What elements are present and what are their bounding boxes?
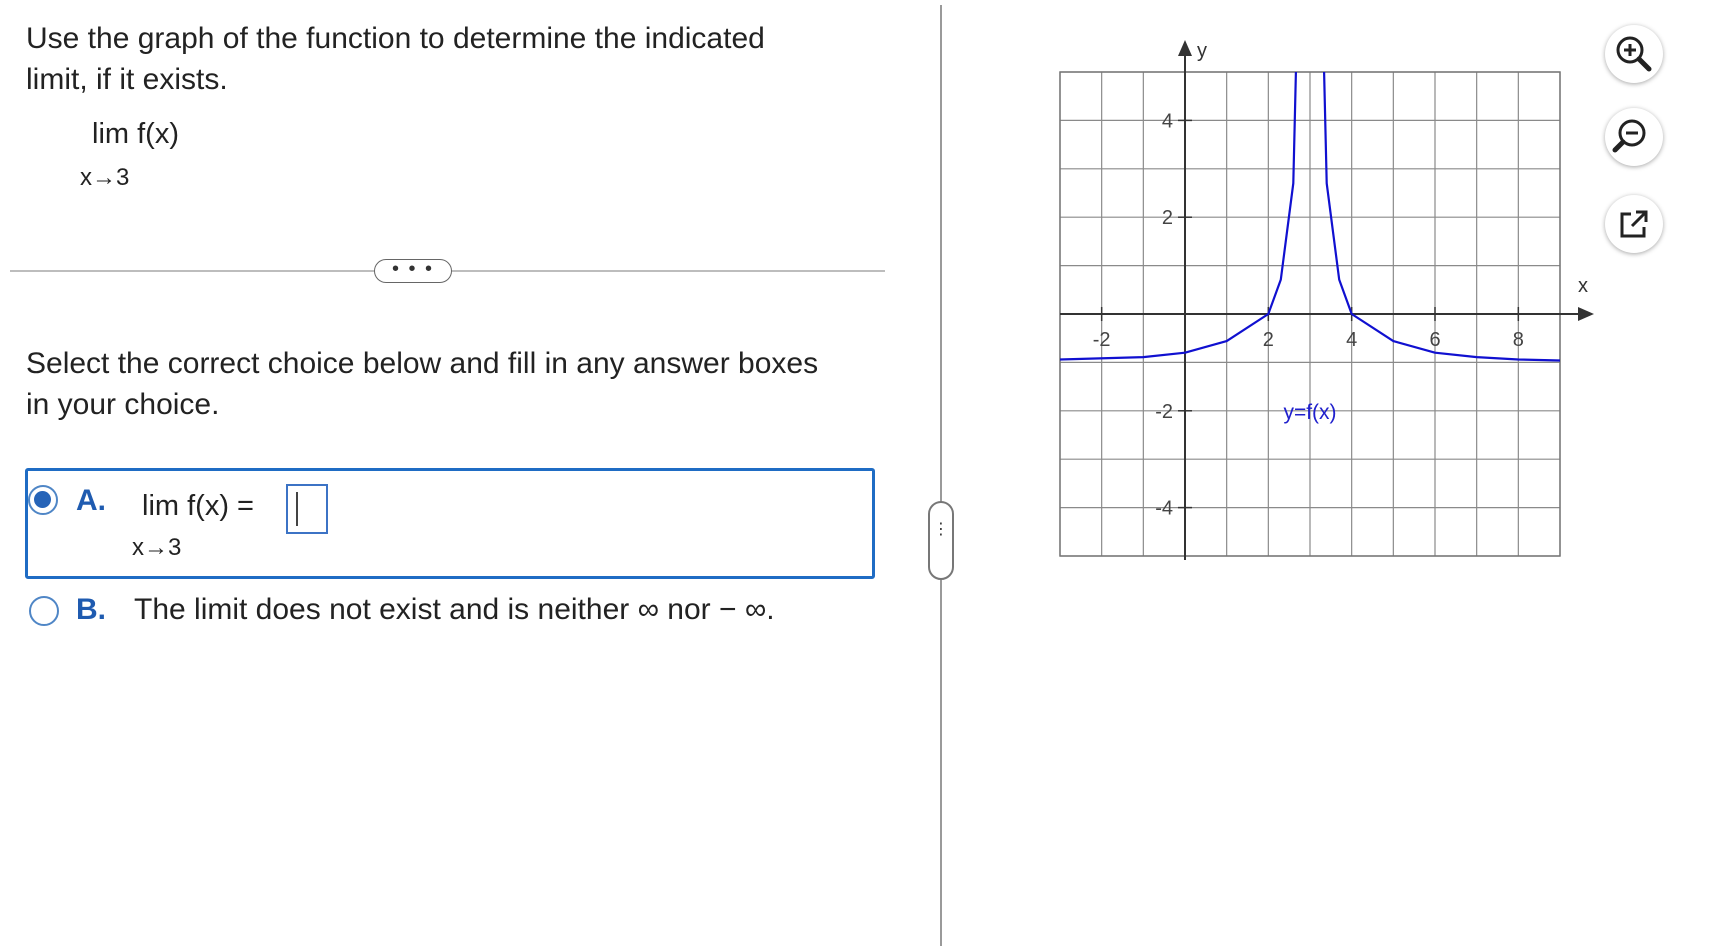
y-tick-label: 2 xyxy=(1162,207,1173,229)
text-caret xyxy=(296,492,298,526)
instructions-text: Select the correct choice below and fill… xyxy=(26,347,819,421)
choice-a-container[interactable] xyxy=(25,468,875,579)
x-tick-label: 4 xyxy=(1346,329,1357,351)
choice-a-radio[interactable] xyxy=(28,485,58,515)
choice-b-text: The limit does not exist and is neither … xyxy=(134,593,775,626)
zoom-in-icon xyxy=(1616,36,1652,72)
choice-b-letter: B. xyxy=(76,593,106,626)
choice-a-letter: A. xyxy=(76,484,106,517)
y-axis-arrow xyxy=(1178,40,1192,56)
choice-a-limit-subscript: x→3 xyxy=(132,534,182,561)
x-tick-label: -2 xyxy=(1093,329,1111,351)
curve-label: y=f(x) xyxy=(1283,401,1336,424)
zoom-out-button[interactable] xyxy=(1605,108,1663,166)
x-axis-arrow xyxy=(1578,307,1594,321)
choice-a-limit-expression: lim f(x) = xyxy=(142,490,254,522)
splitter-handle[interactable]: ⋮ xyxy=(928,501,954,580)
x-tick-label: 8 xyxy=(1513,329,1524,351)
zoom-out-icon xyxy=(1612,119,1646,153)
choice-b-radio[interactable] xyxy=(29,596,59,626)
question-limit-expression: lim f(x) xyxy=(92,118,179,150)
show-more-button[interactable]: • • • xyxy=(374,259,452,283)
pop-out-icon xyxy=(1620,210,1648,238)
x-tick-label: 6 xyxy=(1429,329,1440,351)
question-prompt: Use the graph of the function to determi… xyxy=(26,22,765,96)
answer-input-box[interactable] xyxy=(286,484,328,534)
y-axis-label: y xyxy=(1197,40,1207,62)
pane-splitter[interactable] xyxy=(940,5,942,946)
x-tick-label: 2 xyxy=(1263,329,1274,351)
function-graph: x y -2 2 4 6 8 4 2 -2 -4 y=f(x) xyxy=(1059,40,1594,560)
y-tick-label: 4 xyxy=(1162,110,1173,132)
question-limit-subscript: x→3 xyxy=(80,164,130,191)
y-tick-label: -2 xyxy=(1155,401,1173,423)
y-tick-label: -4 xyxy=(1155,498,1173,520)
pop-out-button[interactable] xyxy=(1605,195,1663,253)
zoom-in-button[interactable] xyxy=(1605,25,1663,83)
x-axis-label: x xyxy=(1578,275,1588,297)
